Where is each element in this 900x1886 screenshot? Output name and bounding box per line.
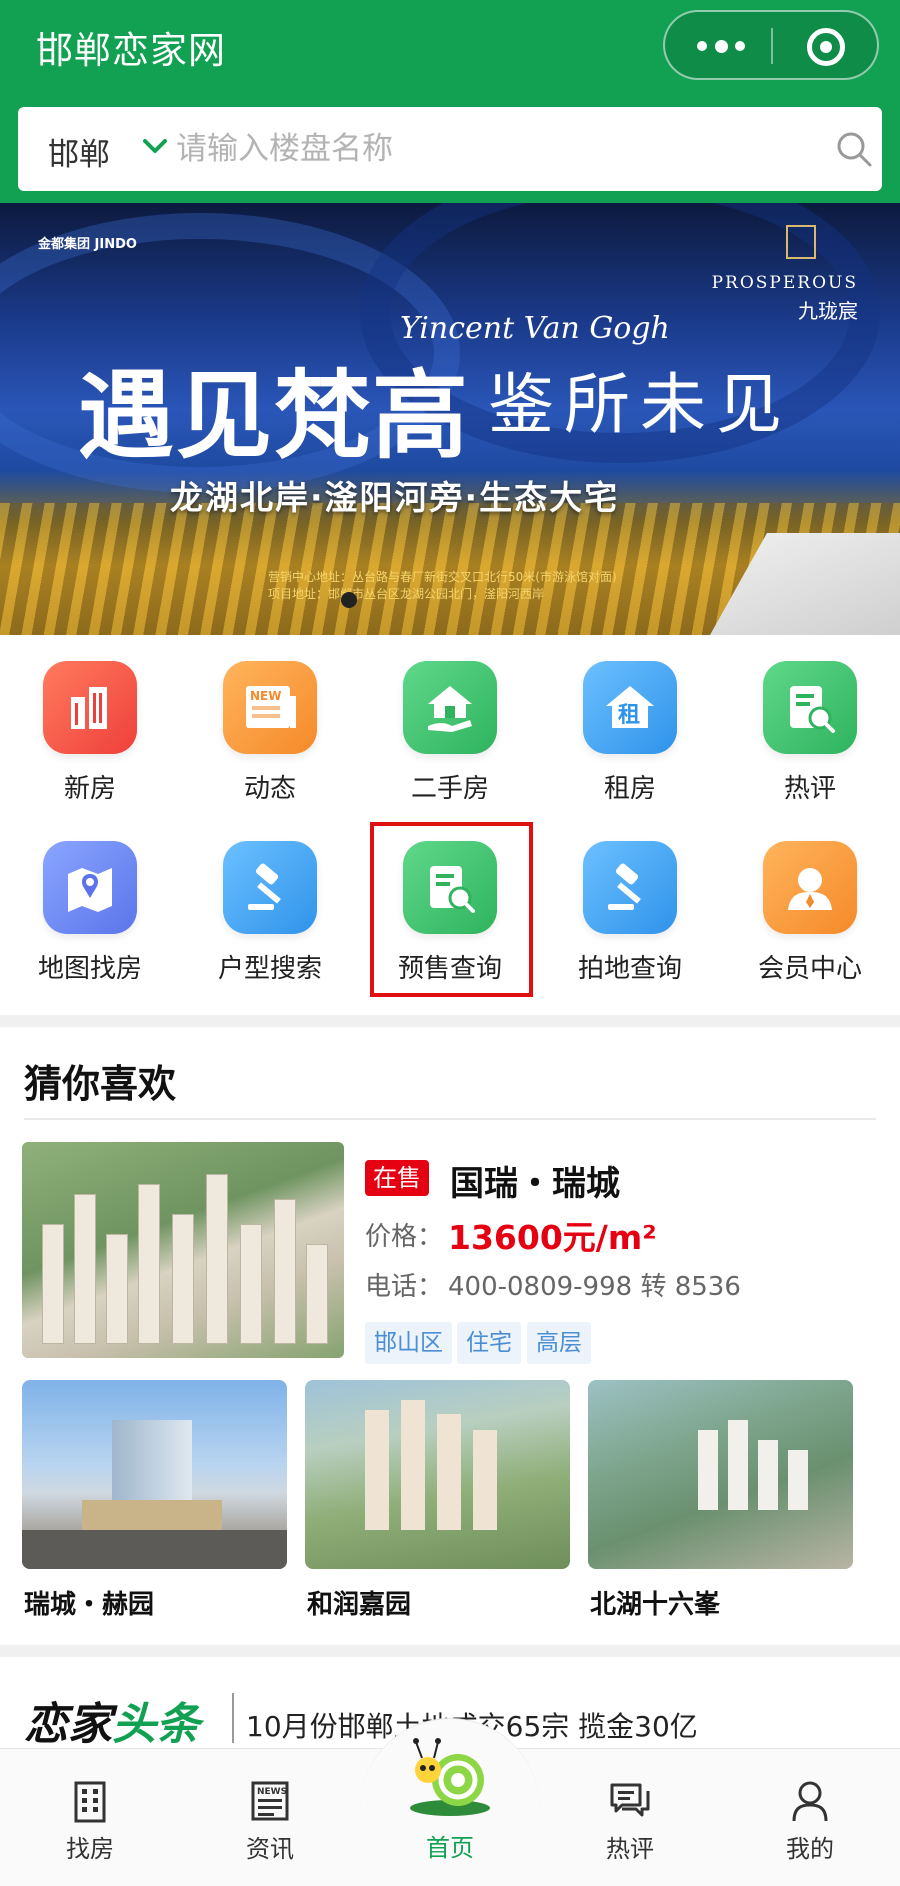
snail-mascot-icon [410,1738,490,1816]
gavel-icon [223,841,317,934]
svg-text:NEWS: NEWS [257,1787,287,1797]
featured-property-name[interactable]: 国瑞・瑞城 [450,1156,620,1205]
search-input[interactable] [176,121,796,177]
property-card[interactable]: 北湖十六峯 [588,1380,853,1620]
newspaper-icon: NEWS [251,1781,289,1821]
miniprogram-capsule [663,10,879,80]
news-logo-main: 恋家 [24,1699,112,1750]
chat-bubbles-icon [610,1783,650,1817]
search-bar: 邯郸 [18,107,882,191]
banner-brand-right: PROSPEROUS 九珑宸 [712,273,858,324]
tab-news[interactable]: NEWS 资讯 [180,1749,360,1886]
tab-mine[interactable]: 我的 [720,1749,900,1886]
property-card-name: 瑞城・赫园 [24,1590,155,1620]
phone-label: 电话： [365,1272,444,1302]
menu-label: 租房 [603,774,656,804]
tab-home[interactable]: 首页 [360,1718,540,1886]
menu-item-rent[interactable]: 租 租房 [540,635,720,805]
property-tag: 住宅 [457,1322,521,1364]
brand-right-en: PROSPEROUS [711,273,858,293]
menu-item-new-house[interactable]: 新房 [0,635,180,805]
banner-address-line: 营销中心地址：丛台路与春厂新街交叉口北行50米(市游泳馆对面) [268,570,617,584]
menu-item-hot-review[interactable]: 热评 [720,635,900,805]
menu-label: 会员中心 [757,954,862,984]
tab-label: 首页 [426,1834,474,1862]
property-card[interactable]: 瑞城・赫园 [22,1380,287,1620]
menu-label: 新房 [63,774,116,804]
search-icon[interactable] [834,129,874,169]
tab-label: 找房 [66,1835,114,1863]
news-icon: NEW [223,661,317,754]
menu-item-second-hand[interactable]: 二手房 [360,635,540,805]
property-tag: 高层 [527,1322,591,1364]
property-card-image [305,1380,570,1569]
menu-item-member-center[interactable]: 会员中心 [720,815,900,985]
news-divider [232,1693,234,1743]
news-logo: 恋家头条 [24,1688,200,1752]
menu-label: 热评 [783,774,836,804]
property-card-image [588,1380,853,1569]
banner-headline-right: 鉴所未见 [488,366,792,443]
section-separator [0,1645,900,1657]
section-title: 猜你喜欢 [24,1062,177,1106]
tab-hot-review[interactable]: 热评 [540,1749,720,1886]
phone-value[interactable]: 400-0809-998 转 8536 [448,1266,741,1303]
building-icon [43,661,137,754]
property-tag: 邯山区 [365,1322,452,1364]
menu-item-map-search[interactable]: 地图找房 [0,815,180,985]
property-card-name: 北湖十六峯 [590,1590,721,1620]
section-separator [0,1015,900,1027]
close-target-icon[interactable] [807,28,845,66]
tab-find-house[interactable]: 找房 [0,1749,180,1886]
svg-text:NEW: NEW [250,689,281,703]
property-card-name: 和润嘉园 [307,1590,412,1620]
menu-item-layout-search[interactable]: 户型搜索 [180,815,360,985]
menu-label: 动态 [243,774,296,804]
member-icon [763,841,857,934]
menu-label: 地图找房 [37,954,142,984]
menu-label: 拍地查询 [577,954,682,984]
property-card-image [22,1380,287,1569]
carousel-indicator[interactable] [341,592,357,608]
banner-brand-left: 金都集团 JINDO [38,237,137,252]
property-card[interactable]: 和润嘉园 [305,1380,570,1620]
highlight-box [370,822,533,997]
banner-subline: 龙湖北岸·滏阳河旁·生态大宅 [170,478,620,517]
menu-item-news[interactable]: NEW 动态 [180,635,360,805]
app-title: 邯郸恋家网 [36,29,226,72]
menu-label: 户型搜索 [217,954,322,984]
tab-label: 热评 [606,1835,654,1863]
banner-headline-left: 遇见梵高 [78,359,470,472]
svg-text:租: 租 [618,703,640,728]
tab-label: 我的 [786,1835,834,1863]
banner-address-line: 项目地址：邯郸市丛台区龙湖公园北门，滏阳河西岸 [268,587,545,601]
banner-address: 营销中心地址：丛台路与春厂新街交叉口北行50米(市游泳馆对面) 项目地址：邯郸市… [268,569,617,603]
capsule-divider [771,28,773,64]
menu-item-land-auction[interactable]: 拍地查询 [540,815,720,985]
status-badge: 在售 [365,1160,429,1196]
rent-house-icon: 租 [583,661,677,754]
section-divider [24,1118,876,1120]
news-logo-accent: 头条 [112,1699,200,1750]
price-value: 13600元/m² [448,1218,657,1257]
brand-logo-icon [786,225,816,259]
more-dots-icon[interactable] [697,34,745,58]
top-header: 邯郸恋家网 邯郸 [0,0,900,203]
city-selector[interactable]: 邯郸 [48,129,110,174]
gavel-icon [583,841,677,934]
brand-right-cn: 九珑宸 [798,299,858,323]
price-label: 价格： [365,1222,444,1252]
menu-label: 二手房 [410,774,489,804]
building-outline-icon [74,1781,106,1823]
review-search-icon [763,661,857,754]
user-icon [792,1781,828,1822]
house-hand-icon [403,661,497,754]
promo-banner[interactable]: 金都集团 JINDO PROSPEROUS 九珑宸 Yincent Van Go… [0,203,900,635]
map-pin-icon [43,841,137,934]
chevron-down-icon[interactable] [142,133,168,159]
featured-property-image[interactable] [22,1142,344,1358]
tab-label: 资讯 [246,1835,294,1863]
